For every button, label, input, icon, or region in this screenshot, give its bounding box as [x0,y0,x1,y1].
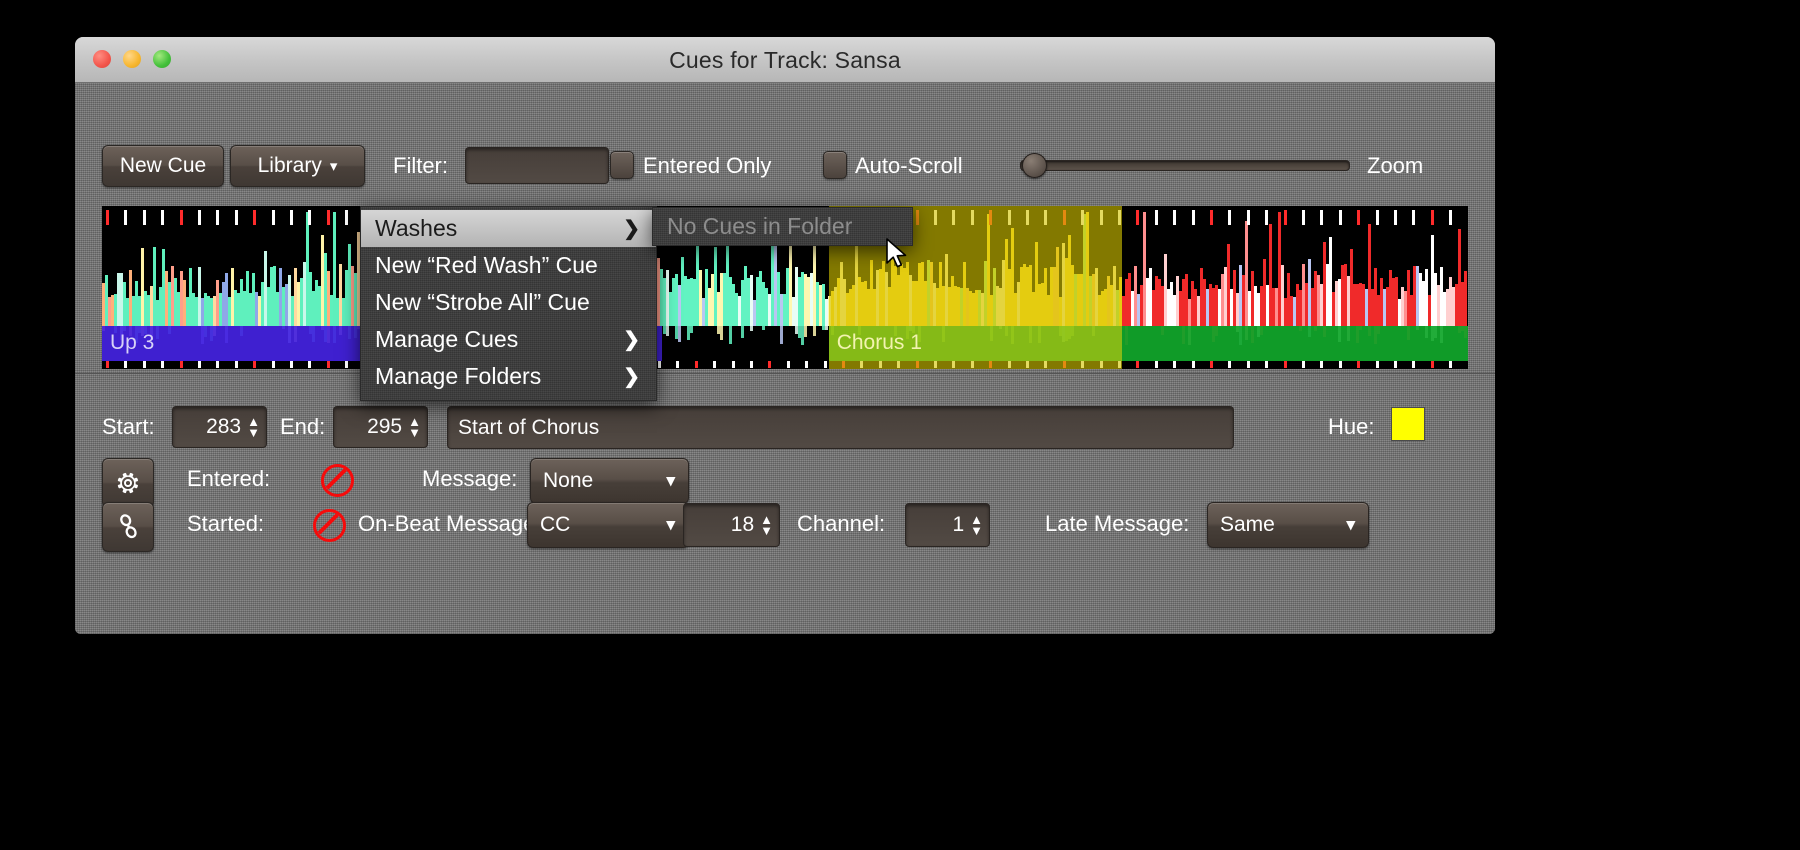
end-label: End: [280,414,326,439]
zoom-slider-knob[interactable] [1022,153,1047,178]
toolbar-waveform-area: New Cue Library ▾ Filter: Entered Only A… [75,83,1495,401]
onbeat-number-value: 18 [730,513,755,536]
end-stepper[interactable]: 295 ▲ ▼ [333,406,428,448]
menu-item-label: New “Red Wash” Cue [375,252,598,278]
hue-swatch[interactable] [1391,407,1425,441]
hue-label: Hue: [1328,414,1375,439]
cue-label[interactable]: Chorus 1 [837,331,922,355]
menu-item-new-strobe-all-cue[interactable]: New “Strobe All” Cue [361,284,656,321]
menu-item-label: Manage Folders [375,363,542,389]
library-label: Library [257,154,322,177]
late-message-value: Same [1220,513,1275,536]
onbeat-message-label: On-Beat Message: [358,511,542,536]
cue-link-button[interactable] [102,502,154,552]
onbeat-number-stepper[interactable]: 18 ▲ ▼ [683,503,780,547]
chevron-right-icon: ❯ [623,218,640,240]
menu-item-label: Manage Cues [375,326,519,352]
start-stepper[interactable]: 283 ▲ ▼ [172,406,267,448]
channel-stepper[interactable]: 1 ▲ ▼ [905,503,990,547]
cue-comment-value: Start of Chorus [458,415,600,439]
menu-item-washes[interactable]: Washes ❯ [361,210,656,247]
window-title: Cues for Track: Sansa [669,47,901,73]
cue-comment-input[interactable]: Start of Chorus [447,406,1234,449]
entered-only-label: Entered Only [643,153,772,178]
gear-icon [117,472,139,494]
channel-stepper-arrows[interactable]: ▲ ▼ [970,513,983,537]
late-message-label: Late Message: [1045,511,1190,536]
start-value: 283 [206,415,242,438]
mouse-cursor [886,238,907,268]
menu-item-manage-cues[interactable]: Manage Cues ❯ [361,321,656,358]
channel-label: Channel: [797,511,886,536]
chevron-right-icon: ❯ [623,329,640,351]
window-titlebar: Cues for Track: Sansa [75,37,1495,83]
menu-item-manage-folders[interactable]: Manage Folders ❯ [361,358,656,395]
chevron-down-icon: ▾ [666,515,675,534]
library-button[interactable]: Library ▾ [230,145,365,187]
new-cue-label: New Cue [119,154,207,177]
chevron-right-icon: ❯ [623,366,640,388]
zoom-slider-track[interactable] [1020,160,1350,171]
filter-label: Filter: [393,153,448,178]
start-stepper-arrows[interactable]: ▲ ▼ [247,415,260,439]
chevron-down-icon: ▾ [1346,515,1355,534]
auto-scroll-label: Auto-Scroll [855,153,963,178]
end-value: 295 [367,415,403,438]
chevron-down-icon: ▾ [666,471,675,490]
cue-label[interactable]: Up 3 [110,331,154,355]
menu-item-label: Washes [375,215,458,241]
library-submenu: No Cues in Folder [652,207,913,246]
cue-editor-panel: Start: 283 ▲ ▼ End: 295 ▲ ▼ Start of Choru… [75,373,1495,634]
end-stepper-arrows[interactable]: ▲ ▼ [408,415,421,439]
menu-item-new-red-wash-cue[interactable]: New “Red Wash” Cue [361,247,656,284]
menu-item-label: New “Strobe All” Cue [375,289,590,315]
new-cue-button[interactable]: New Cue [102,145,224,187]
started-status-icon [313,509,346,542]
entered-status-icon [321,464,354,497]
onbeat-message-select[interactable]: CC ▾ [527,502,689,548]
message-select[interactable]: None ▾ [530,458,689,504]
entered-label: Entered: [187,466,271,491]
channel-value: 1 [952,513,965,536]
chevron-down-icon: ▾ [329,158,338,175]
link-icon [119,514,137,539]
filter-input[interactable] [465,147,609,184]
message-label: Message: [422,466,518,491]
entered-only-checkbox[interactable] [610,151,634,179]
message-value: None [543,469,594,492]
submenu-empty-label: No Cues in Folder [667,213,853,239]
zoom-label: Zoom [1367,153,1424,178]
cue-settings-button[interactable] [102,458,154,508]
cues-window: Cues for Track: Sansa New Cue Library ▾ … [75,37,1495,634]
onbeat-message-value: CC [540,513,571,536]
onbeat-number-arrows[interactable]: ▲ ▼ [760,513,773,537]
started-label: Started: [187,511,265,536]
late-message-select[interactable]: Same ▾ [1207,502,1369,548]
auto-scroll-checkbox[interactable] [823,151,847,179]
start-label: Start: [102,414,155,439]
library-menu[interactable]: Washes ❯ New “Red Wash” Cue New “Strobe All… [360,206,657,401]
